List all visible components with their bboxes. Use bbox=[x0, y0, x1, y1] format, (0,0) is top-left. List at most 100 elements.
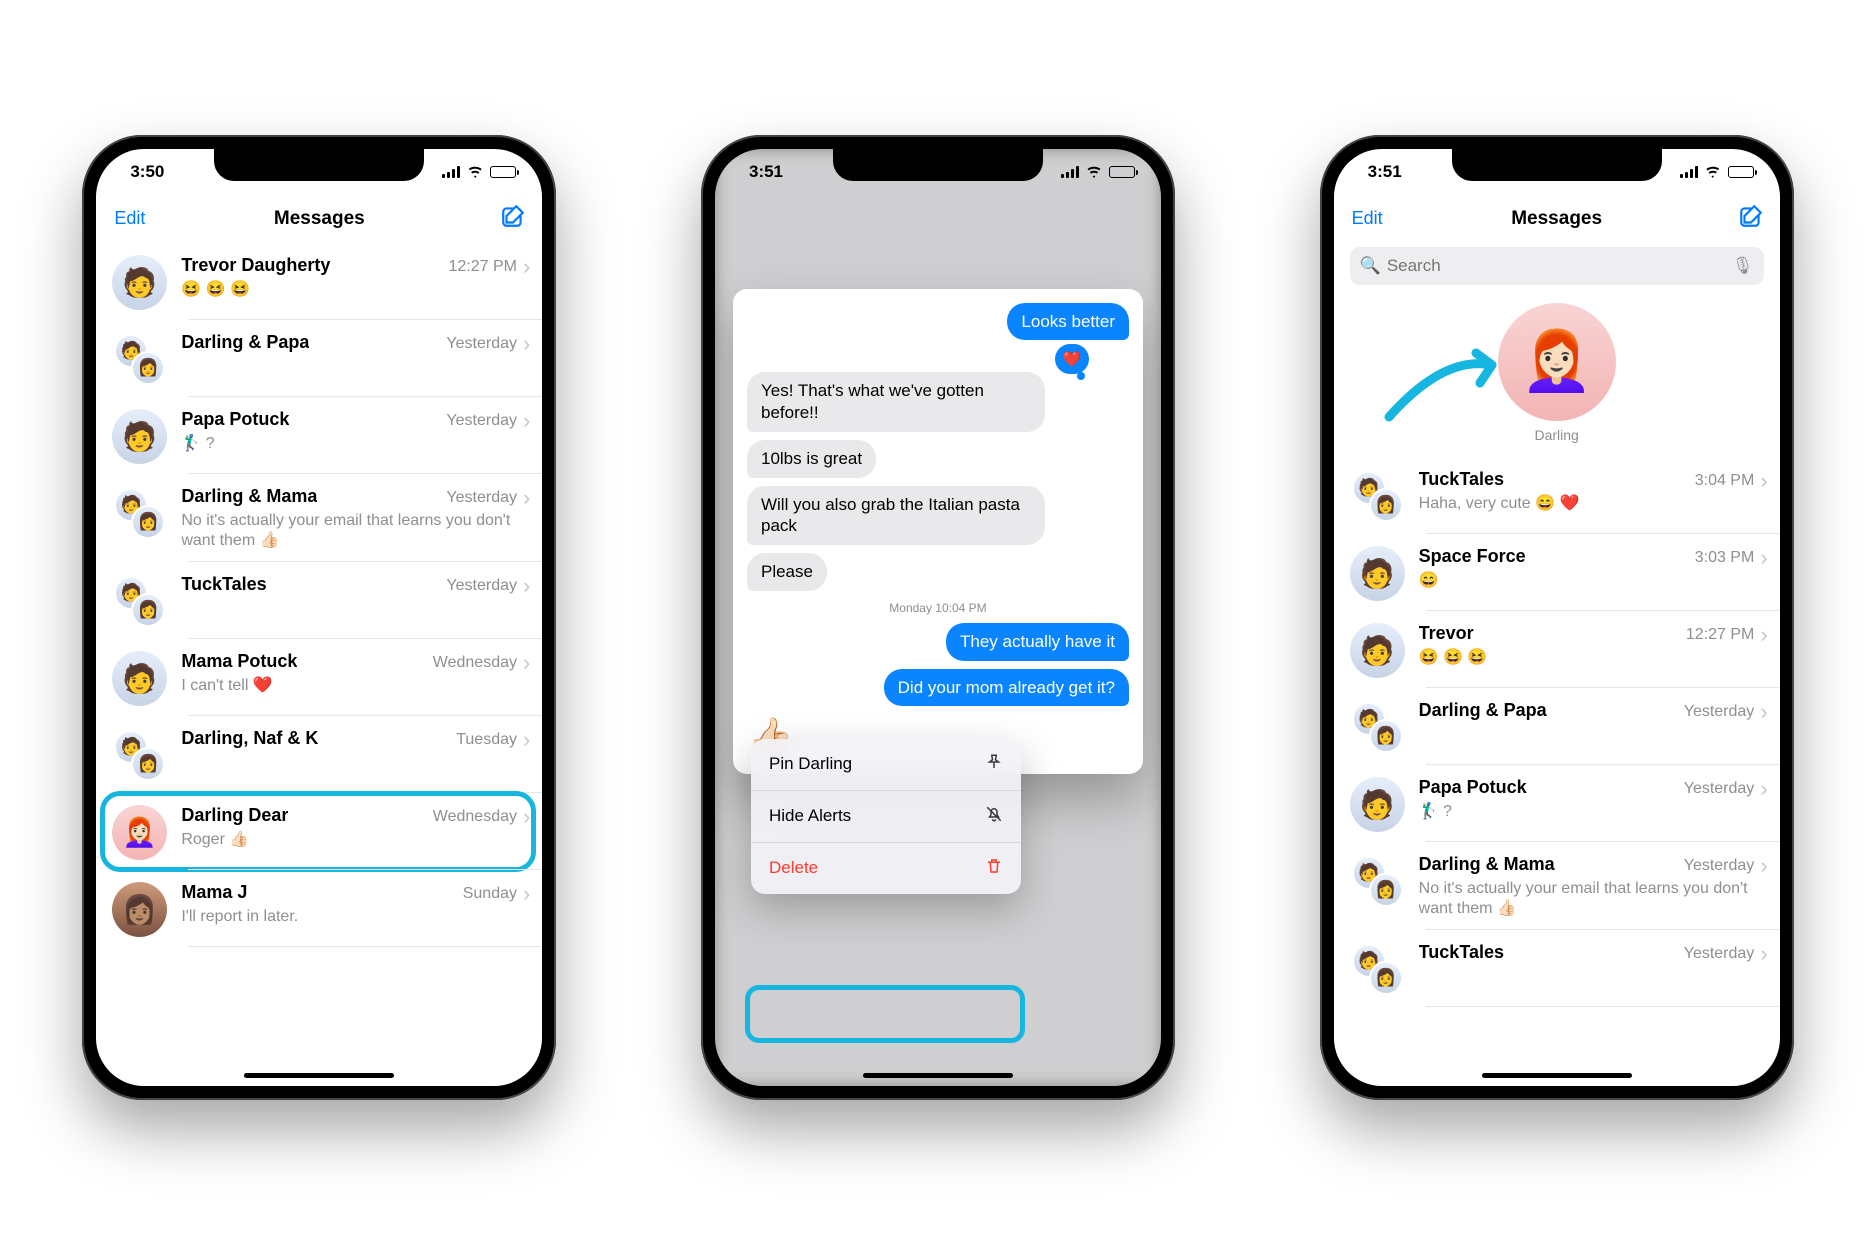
conversation-name: Darling & Papa bbox=[181, 332, 309, 353]
conversation-time: Yesterday bbox=[446, 335, 517, 353]
conversation-row[interactable]: 🧑👩Darling & MamaYesterday›No it's actual… bbox=[1334, 842, 1780, 931]
conversation-row[interactable]: 🧑👩Darling, Naf & KTuesday› bbox=[96, 716, 542, 793]
avatar: 🧑👩 bbox=[112, 574, 167, 629]
page-title: Messages bbox=[164, 208, 474, 230]
avatar: 👩🏽 bbox=[112, 882, 167, 937]
home-indicator[interactable] bbox=[863, 1073, 1013, 1078]
home-indicator[interactable] bbox=[244, 1073, 394, 1078]
conversation-time: Tuesday bbox=[456, 731, 517, 749]
pinned-name: Darling bbox=[1334, 427, 1780, 443]
avatar: 🧑 bbox=[112, 409, 167, 464]
conversation-preview: No it's actually your email that learns … bbox=[181, 511, 530, 553]
message-incoming[interactable]: 10lbs is great bbox=[747, 440, 876, 478]
wifi-icon bbox=[466, 165, 484, 178]
context-menu-label: Delete bbox=[769, 858, 818, 878]
conversation-row[interactable]: 🧑👩Darling & PapaYesterday› bbox=[96, 320, 542, 397]
chevron-right-icon: › bbox=[523, 883, 530, 905]
conversation-preview-card[interactable]: Looks better❤️ Yes! That's what we've got… bbox=[733, 289, 1143, 774]
avatar: 🧑👩 bbox=[112, 486, 167, 541]
page-title: Messages bbox=[1402, 208, 1712, 230]
trash-icon bbox=[985, 857, 1003, 880]
conversation-name: Papa Potuck bbox=[181, 409, 289, 430]
conversation-preview: 😆 😆 😆 bbox=[181, 280, 530, 301]
message-incoming[interactable]: Yes! That's what we've gotten before!! bbox=[747, 372, 1045, 432]
edit-button[interactable]: Edit bbox=[1352, 208, 1402, 229]
battery-low-icon bbox=[1728, 166, 1754, 178]
conversation-row[interactable]: 🧑Space Force3:03 PM›😄 bbox=[1334, 534, 1780, 611]
context-menu-pin[interactable]: Pin Darling bbox=[751, 739, 1021, 791]
notch bbox=[1452, 149, 1662, 181]
conversation-time: Yesterday bbox=[1684, 780, 1755, 798]
message-timestamp: Monday 10:04 PM bbox=[747, 601, 1129, 615]
chevron-right-icon: › bbox=[523, 729, 530, 751]
message-incoming[interactable]: Will you also grab the Italian pasta pac… bbox=[747, 486, 1045, 546]
phone-frame-1: 3:50 Edit Messages 🧑Trevor Daugherty12:2… bbox=[82, 135, 556, 1100]
context-menu-bell-slash[interactable]: Hide Alerts bbox=[751, 791, 1021, 843]
conversation-row[interactable]: 🧑Papa PotuckYesterday›🏌️‍♂️ ? bbox=[96, 397, 542, 474]
conversation-row[interactable]: 🧑Trevor12:27 PM›😆 😆 😆 bbox=[1334, 611, 1780, 688]
avatar: 👩🏻‍🦰 bbox=[112, 805, 167, 860]
signal-icon bbox=[1680, 166, 1698, 178]
pin-icon bbox=[985, 753, 1003, 776]
conversation-list[interactable]: 🧑👩TuckTales3:04 PM›Haha, very cute 😄 ❤️ 🧑… bbox=[1334, 457, 1780, 1008]
message-outgoing[interactable]: They actually have it bbox=[946, 623, 1129, 661]
conversation-time: Yesterday bbox=[1684, 703, 1755, 721]
chevron-right-icon: › bbox=[523, 410, 530, 432]
status-time: 3:51 bbox=[749, 162, 783, 182]
conversation-row[interactable]: 🧑👩Darling & MamaYesterday›No it's actual… bbox=[96, 474, 542, 563]
conversation-row[interactable]: 👩🏽Mama JSunday›I'll report in later. bbox=[96, 870, 542, 947]
conversation-time: Yesterday bbox=[1684, 857, 1755, 875]
conversation-row[interactable]: 🧑👩TuckTales3:04 PM›Haha, very cute 😄 ❤️ bbox=[1334, 457, 1780, 534]
avatar: 🧑 bbox=[112, 255, 167, 310]
edit-button[interactable]: Edit bbox=[114, 208, 164, 229]
notch bbox=[214, 149, 424, 181]
search-icon: 🔍 bbox=[1360, 256, 1381, 276]
phone-frame-2: 3:51 Looks better❤️ Yes! That's what we'v… bbox=[701, 135, 1175, 1100]
conversation-row[interactable]: 🧑Trevor Daugherty12:27 PM›😆 😆 😆 bbox=[96, 243, 542, 320]
conversation-preview: I can't tell ❤️ bbox=[181, 676, 530, 697]
search-field[interactable]: 🔍 🎙 bbox=[1350, 247, 1764, 285]
conversation-name: TuckTales bbox=[1419, 469, 1504, 490]
avatar: 🧑 bbox=[1350, 777, 1405, 832]
conversation-row[interactable]: 🧑👩TuckTalesYesterday› bbox=[1334, 930, 1780, 1007]
conversation-time: 3:03 PM bbox=[1695, 549, 1755, 567]
tapback-heart[interactable]: ❤️ bbox=[1055, 344, 1089, 374]
chevron-right-icon: › bbox=[1760, 547, 1767, 569]
compose-button[interactable] bbox=[1712, 203, 1762, 234]
conversation-row[interactable]: 🧑👩Darling & PapaYesterday› bbox=[1334, 688, 1780, 765]
context-menu-trash[interactable]: Delete bbox=[751, 843, 1021, 894]
wifi-icon bbox=[1704, 165, 1722, 178]
dictation-icon[interactable]: 🎙 bbox=[1732, 256, 1754, 276]
message-outgoing[interactable]: Did your mom already get it? bbox=[884, 669, 1129, 707]
conversation-row[interactable]: 🧑👩TuckTalesYesterday› bbox=[96, 562, 542, 639]
conversation-list[interactable]: 🧑Trevor Daugherty12:27 PM›😆 😆 😆🧑👩Darling… bbox=[96, 243, 542, 948]
battery-low-icon bbox=[1109, 166, 1135, 178]
chevron-right-icon: › bbox=[1760, 624, 1767, 646]
signal-icon bbox=[442, 166, 460, 178]
conversation-row[interactable]: 👩🏻‍🦰Darling DearWednesday›Roger 👍🏻 bbox=[96, 793, 542, 870]
conversation-name: Trevor bbox=[1419, 623, 1474, 644]
conversation-name: TuckTales bbox=[1419, 942, 1504, 963]
bell-slash-icon bbox=[985, 805, 1003, 828]
conversation-name: Darling, Naf & K bbox=[181, 728, 318, 749]
search-input[interactable] bbox=[1387, 256, 1726, 276]
notch bbox=[833, 149, 1043, 181]
conversation-name: Trevor Daugherty bbox=[181, 255, 330, 276]
home-indicator[interactable] bbox=[1482, 1073, 1632, 1078]
chevron-right-icon: › bbox=[523, 487, 530, 509]
chevron-right-icon: › bbox=[1760, 701, 1767, 723]
chevron-right-icon: › bbox=[523, 333, 530, 355]
conversation-preview: Haha, very cute 😄 ❤️ bbox=[1419, 494, 1768, 515]
pinned-avatar[interactable]: 👩🏻‍🦰 bbox=[1498, 303, 1616, 421]
avatar: 🧑👩 bbox=[1350, 942, 1405, 997]
compose-button[interactable] bbox=[474, 203, 524, 234]
conversation-row[interactable]: 🧑Papa PotuckYesterday›🏌️‍♂️ ? bbox=[1334, 765, 1780, 842]
message-outgoing[interactable]: Looks better bbox=[1007, 303, 1129, 341]
conversation-name: TuckTales bbox=[181, 574, 266, 595]
conversation-name: Darling & Mama bbox=[181, 486, 317, 507]
conversation-name: Darling & Mama bbox=[1419, 854, 1555, 875]
message-incoming[interactable]: Please bbox=[747, 553, 827, 591]
avatar: 🧑👩 bbox=[1350, 700, 1405, 755]
conversation-row[interactable]: 🧑Mama PotuckWednesday›I can't tell ❤️ bbox=[96, 639, 542, 716]
conversation-time: Wednesday bbox=[433, 808, 517, 826]
